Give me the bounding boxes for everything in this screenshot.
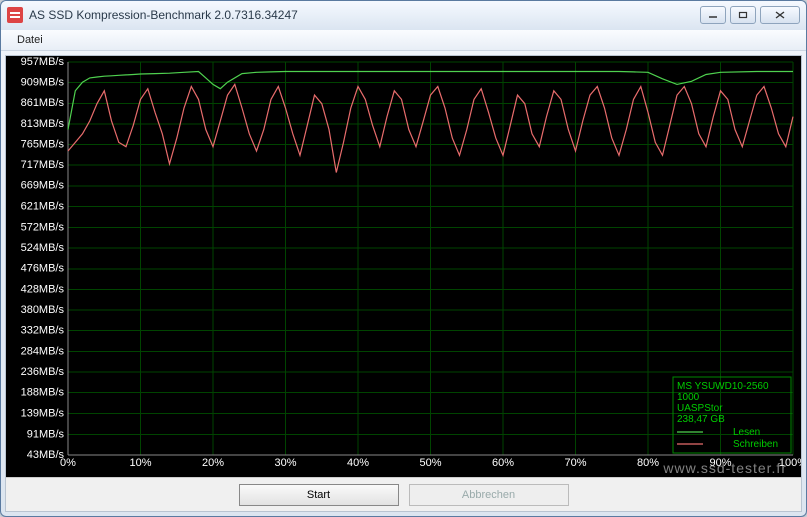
svg-text:572MB/s: 572MB/s xyxy=(21,221,65,233)
abort-button: Abbrechen xyxy=(409,484,569,506)
svg-text:43MB/s: 43MB/s xyxy=(27,449,65,461)
svg-text:332MB/s: 332MB/s xyxy=(21,325,65,337)
svg-text:476MB/s: 476MB/s xyxy=(21,263,65,275)
compression-chart: 43MB/s 91MB/s 139MB/s 188MB/s 236MB/s 284MB/s… xyxy=(6,56,801,477)
svg-text:10%: 10% xyxy=(129,457,151,469)
svg-text:909MB/s: 909MB/s xyxy=(21,77,65,89)
svg-text:380MB/s: 380MB/s xyxy=(21,304,65,316)
svg-text:238,47 GB: 238,47 GB xyxy=(677,414,725,425)
start-button[interactable]: Start xyxy=(239,484,399,506)
svg-text:957MB/s: 957MB/s xyxy=(21,56,65,68)
app-icon xyxy=(7,7,23,23)
svg-text:188MB/s: 188MB/s xyxy=(21,387,65,399)
svg-text:621MB/s: 621MB/s xyxy=(21,200,65,212)
svg-text:30%: 30% xyxy=(274,457,296,469)
svg-text:669MB/s: 669MB/s xyxy=(21,180,65,192)
svg-text:www.ssd-tester.fr: www.ssd-tester.fr xyxy=(662,460,787,476)
svg-text:236MB/s: 236MB/s xyxy=(21,366,65,378)
svg-text:UASPStor: UASPStor xyxy=(677,403,723,414)
svg-text:70%: 70% xyxy=(564,457,586,469)
svg-text:Schreiben: Schreiben xyxy=(733,439,778,450)
svg-text:20%: 20% xyxy=(202,457,224,469)
svg-text:717MB/s: 717MB/s xyxy=(21,159,65,171)
svg-text:40%: 40% xyxy=(347,457,369,469)
app-window: AS SSD Kompression-Benchmark 2.0.7316.34… xyxy=(0,0,807,517)
svg-text:Lesen: Lesen xyxy=(733,427,760,438)
menu-file[interactable]: Datei xyxy=(9,32,51,48)
svg-text:91MB/s: 91MB/s xyxy=(27,428,65,440)
svg-text:0%: 0% xyxy=(60,457,76,469)
chart-area: 43MB/s 91MB/s 139MB/s 188MB/s 236MB/s 284MB/s… xyxy=(6,56,801,477)
minimize-button[interactable] xyxy=(700,6,726,24)
svg-text:50%: 50% xyxy=(419,457,441,469)
svg-text:765MB/s: 765MB/s xyxy=(21,138,65,150)
menubar: Datei xyxy=(1,30,806,51)
svg-text:861MB/s: 861MB/s xyxy=(21,97,65,109)
svg-text:284MB/s: 284MB/s xyxy=(21,345,65,357)
button-row: Start Abbrechen xyxy=(6,477,801,511)
maximize-button[interactable] xyxy=(730,6,756,24)
window-title: AS SSD Kompression-Benchmark 2.0.7316.34… xyxy=(29,8,700,22)
svg-text:813MB/s: 813MB/s xyxy=(21,118,65,130)
svg-text:524MB/s: 524MB/s xyxy=(21,242,65,254)
svg-text:428MB/s: 428MB/s xyxy=(21,283,65,295)
svg-text:80%: 80% xyxy=(637,457,659,469)
titlebar[interactable]: AS SSD Kompression-Benchmark 2.0.7316.34… xyxy=(1,1,806,30)
close-button[interactable] xyxy=(760,6,800,24)
content-panel: 43MB/s 91MB/s 139MB/s 188MB/s 236MB/s 284MB/s… xyxy=(5,55,802,512)
svg-text:139MB/s: 139MB/s xyxy=(21,408,65,420)
svg-text:1000: 1000 xyxy=(677,392,700,403)
window-controls xyxy=(700,6,800,24)
svg-text:MS YSUWD10-2560: MS YSUWD10-2560 xyxy=(677,381,769,392)
svg-text:60%: 60% xyxy=(492,457,514,469)
